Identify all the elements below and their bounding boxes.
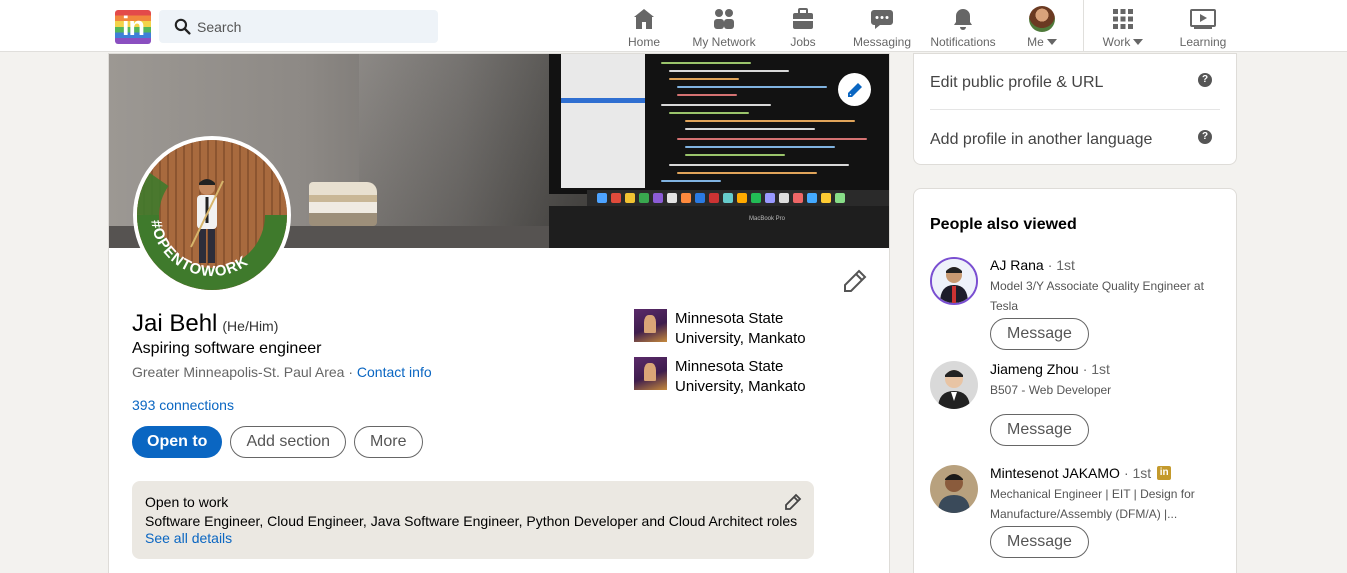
location-row: Greater Minneapolis-St. Paul Area · Cont… [132,364,432,380]
education-item[interactable]: Minnesota State University, Mankato [634,309,855,349]
school-name: Minnesota State University, Mankato [675,358,806,395]
person-name: Jiameng Zhou [990,361,1079,377]
top-navbar: in Home My Network Jobs Messaging [0,0,1347,52]
nav-jobs[interactable]: Jobs [781,0,825,52]
pencil-icon [847,82,862,97]
pencil-icon [844,269,867,292]
people-also-viewed-card: People also viewed AJ Rana · 1st Model 3… [913,188,1237,573]
nav-my-network-label: My Network [692,35,756,49]
messaging-icon [869,6,895,32]
nav-my-network[interactable]: My Network [689,0,759,52]
person-headline: B507 - Web Developer [990,383,1112,397]
school-logo [634,357,667,390]
connection-degree: · 1st [1047,257,1075,273]
edit-public-profile-label: Edit public profile & URL [930,74,1104,91]
edit-banner-button[interactable] [838,73,871,106]
nav-me-label: Me [1027,35,1044,49]
connection-degree: · 1st [1082,361,1110,377]
nav-work-label: Work [1102,35,1131,49]
person-avatar[interactable] [930,257,978,305]
person-item: AJ Rana · 1st Model 3/Y Associate Qualit… [930,257,1230,350]
nav-notifications[interactable]: Notifications [928,0,998,52]
profile-photo[interactable]: #OPENTOWORK [133,136,291,294]
connection-degree: · 1st [1123,465,1152,481]
person-name-line[interactable]: Mintesenot JAKAMO · 1st in [990,465,1172,481]
divider [930,109,1220,110]
edit-intro-button[interactable] [842,268,868,294]
search-bar[interactable] [159,10,438,43]
avatar [1029,6,1055,32]
connections-link[interactable]: 393 connections [132,397,234,413]
bell-icon [950,6,976,32]
person-name-line[interactable]: Jiameng Zhou · 1st [990,361,1110,377]
help-icon[interactable]: ? [1198,73,1212,87]
chevron-down-icon [1046,39,1057,45]
person-headline: Mechanical Engineer | EIT | Design for M… [990,487,1195,521]
message-button[interactable]: Message [990,414,1089,446]
person-avatar[interactable] [930,361,978,409]
school-logo [634,309,667,342]
briefcase-icon [790,6,816,32]
opentowork-frame: #OPENTOWORK [137,170,287,290]
person-avatar[interactable] [930,465,978,513]
profile-card: MacBook Pro #OPENTOWORK Jai Behl (He/Him… [108,53,890,573]
profile-settings-card: Edit public profile & URL ? Add profile … [913,53,1237,165]
message-button[interactable]: Message [990,526,1089,558]
more-button[interactable]: More [354,426,423,458]
profile-location: Greater Minneapolis-St. Paul Area [132,364,345,380]
linkedin-logo[interactable]: in [115,10,151,44]
pencil-icon[interactable] [784,493,802,511]
open-to-work-roles: Software Engineer, Cloud Engineer, Java … [145,513,798,529]
grid-icon [1110,6,1136,32]
banner-dock [587,190,889,206]
nav-notifications-label: Notifications [930,35,996,49]
banner-books [309,182,377,226]
nav-learning[interactable]: Learning [1178,0,1228,52]
nav-learning-label: Learning [1179,35,1227,49]
help-icon[interactable]: ? [1198,130,1212,144]
open-to-button[interactable]: Open to [132,426,223,458]
school-name: Minnesota State University, Mankato [675,310,806,347]
nav-home-label: Home [627,35,660,49]
nav-messaging[interactable]: Messaging [852,0,912,52]
separator: · [344,364,357,380]
add-section-button[interactable]: Add section [230,426,347,458]
nav-work[interactable]: Work [1100,0,1146,52]
banner-laptop-screen [549,54,889,194]
nav-divider [1083,0,1084,52]
nav-me[interactable]: Me [1024,0,1060,52]
home-icon [631,6,657,32]
add-language-profile-label: Add profile in another language [930,131,1153,148]
edit-public-profile-link[interactable]: Edit public profile & URL ? [930,54,1220,110]
person-name: Mintesenot JAKAMO [990,465,1120,481]
person-item: Jiameng Zhou · 1st B507 - Web Developer … [930,361,1230,451]
nav-home[interactable]: Home [622,0,666,52]
nav-jobs-label: Jobs [790,35,816,49]
search-icon [174,18,191,35]
profile-name: Jai Behl [132,310,218,337]
education-item[interactable]: Minnesota State University, Mankato [634,357,855,397]
search-input[interactable] [197,16,427,38]
name-row: Jai Behl (He/Him) [132,310,278,338]
message-button[interactable]: Message [990,318,1089,350]
profile-actions: Open to Add section More [132,426,431,458]
person-name-line[interactable]: AJ Rana · 1st [990,257,1075,273]
chevron-down-icon [1133,39,1144,45]
person-headline: Model 3/Y Associate Quality Engineer at … [990,279,1204,313]
linkedin-premium-icon: in [1157,466,1172,480]
learning-icon [1190,6,1216,32]
contact-info-link[interactable]: Contact info [357,364,432,380]
people-also-viewed-title: People also viewed [930,216,1077,233]
open-to-work-title: Open to work [145,494,229,510]
profile-headline: Aspiring software engineer [132,340,322,357]
network-icon [711,6,737,32]
profile-pronouns: (He/Him) [222,318,279,334]
nav-messaging-label: Messaging [852,35,912,49]
person-name: AJ Rana [990,257,1044,273]
open-to-work-card: Open to work Software Engineer, Cloud En… [132,481,814,559]
see-all-details-link[interactable]: See all details [145,530,232,546]
person-item: Mintesenot JAKAMO · 1st in Mechanical En… [930,465,1230,565]
banner-laptop-base: MacBook Pro [549,206,889,248]
add-language-profile-link[interactable]: Add profile in another language ? [930,111,1220,167]
